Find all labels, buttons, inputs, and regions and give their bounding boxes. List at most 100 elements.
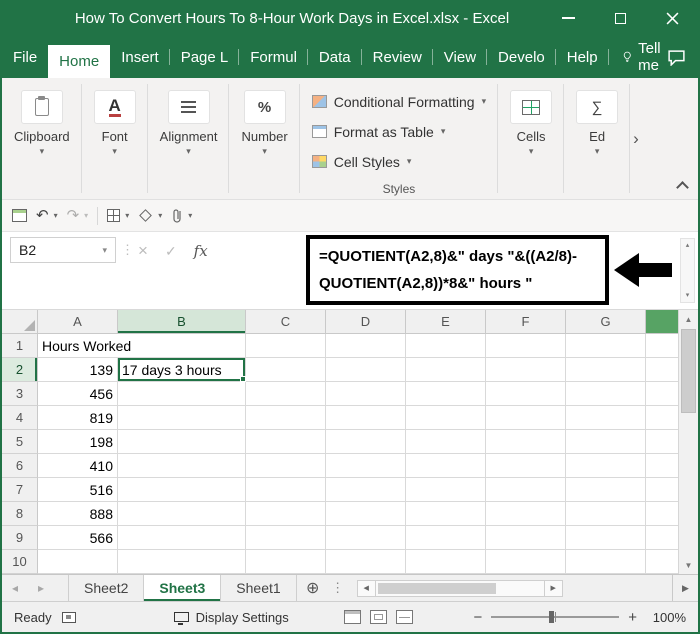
ribbon-group-cells[interactable]: Cells ▾ <box>498 78 565 199</box>
grid-cell[interactable] <box>646 454 678 478</box>
scroll-down-icon[interactable]: ▼ <box>679 556 698 574</box>
grid-cell[interactable] <box>118 334 246 358</box>
column-header-b[interactable]: B <box>118 310 246 334</box>
grid-cell[interactable] <box>566 406 646 430</box>
new-sheet-button[interactable]: ⊕ <box>297 575 329 601</box>
grid-cell[interactable] <box>406 382 486 406</box>
grid-cell[interactable]: 566 <box>38 526 118 550</box>
borders-icon[interactable] <box>107 209 121 222</box>
row-header[interactable]: 9 <box>2 526 38 550</box>
grid-cell[interactable] <box>566 502 646 526</box>
chevron-down-icon[interactable]: ▾ <box>112 147 117 156</box>
grid-cell[interactable] <box>118 478 246 502</box>
grid-cell[interactable] <box>486 454 566 478</box>
customize-toolbar-icon[interactable]: ▾ <box>188 211 192 220</box>
grid-cell[interactable]: 888 <box>38 502 118 526</box>
grid-cell[interactable] <box>486 430 566 454</box>
page-layout-view-icon[interactable] <box>370 610 388 624</box>
normal-view-icon[interactable] <box>344 610 362 624</box>
new-sheet-icon[interactable] <box>12 209 27 222</box>
row-header[interactable]: 10 <box>2 550 38 574</box>
scroll-down-icon[interactable]: ▾ <box>686 292 690 299</box>
grid-cell[interactable] <box>38 550 118 574</box>
grid-cell[interactable] <box>486 502 566 526</box>
sheet-tab-sheet1[interactable]: Sheet1 <box>221 575 297 601</box>
tab-page-layout[interactable]: Page L <box>170 36 240 78</box>
fill-handle[interactable] <box>240 376 246 382</box>
tab-data[interactable]: Data <box>308 36 362 78</box>
tab-file[interactable]: File <box>2 36 48 78</box>
sheet-options-icon[interactable]: ⋮ <box>329 575 347 601</box>
horizontal-scrollbar-thumb[interactable] <box>377 582 496 594</box>
grid-cell[interactable] <box>246 430 326 454</box>
grid-cell[interactable] <box>326 502 406 526</box>
grid-cell[interactable] <box>406 526 486 550</box>
column-header-d[interactable]: D <box>326 310 406 334</box>
grid-cell[interactable] <box>646 550 678 574</box>
chevron-down-icon[interactable]: ▾ <box>84 211 88 220</box>
grid-cell[interactable] <box>326 454 406 478</box>
grid-cell[interactable] <box>566 526 646 550</box>
grid-cell[interactable] <box>406 430 486 454</box>
grid-cell[interactable]: Hours Worked <box>38 334 131 358</box>
number-button[interactable]: % <box>243 90 286 124</box>
scroll-right-icon[interactable]: ▶ <box>543 579 563 597</box>
grid-cell[interactable] <box>486 358 566 382</box>
grid-cell[interactable] <box>326 550 406 574</box>
tab-scroll-left-button[interactable]: ◂ <box>2 575 28 601</box>
grid-cell[interactable] <box>566 382 646 406</box>
tab-bar-right-arrow[interactable]: ▶ <box>672 575 698 601</box>
scroll-up-icon[interactable]: ▲ <box>679 310 698 328</box>
tell-me-button[interactable]: Tell me <box>623 36 667 78</box>
grid-cell[interactable] <box>566 478 646 502</box>
tab-insert[interactable]: Insert <box>110 36 170 78</box>
horizontal-scrollbar-track[interactable] <box>375 579 544 597</box>
chevron-down-icon[interactable]: ▾ <box>54 211 58 220</box>
grid-cell[interactable] <box>566 430 646 454</box>
row-header[interactable]: 6 <box>2 454 38 478</box>
chevron-down-icon[interactable]: ▾ <box>158 211 162 220</box>
chevron-down-icon[interactable]: ▾ <box>529 147 534 156</box>
tab-formulas[interactable]: Formul <box>239 36 308 78</box>
grid-cell[interactable] <box>326 382 406 406</box>
grid-cell[interactable] <box>118 430 246 454</box>
grid-cell[interactable] <box>486 478 566 502</box>
sheet-tab-sheet3[interactable]: Sheet3 <box>144 575 222 601</box>
row-header[interactable]: 4 <box>2 406 38 430</box>
paperclip-icon[interactable] <box>171 208 183 224</box>
grid-cell[interactable]: 456 <box>38 382 118 406</box>
alignment-button[interactable] <box>167 90 210 124</box>
row-header[interactable]: 7 <box>2 478 38 502</box>
grid-cell[interactable] <box>118 454 246 478</box>
page-break-view-icon[interactable] <box>396 610 414 624</box>
tab-help[interactable]: Help <box>556 36 609 78</box>
grid-cell[interactable] <box>406 478 486 502</box>
tab-developer[interactable]: Develo <box>487 36 556 78</box>
grid-cell[interactable] <box>326 406 406 430</box>
column-header-g[interactable]: G <box>566 310 646 334</box>
close-button[interactable] <box>646 0 698 36</box>
grid-cell[interactable] <box>118 382 246 406</box>
tab-home[interactable]: Home <box>48 45 111 78</box>
chevron-down-icon[interactable]: ▾ <box>595 147 600 156</box>
grid-cell[interactable] <box>246 406 326 430</box>
grid-cell[interactable] <box>246 502 326 526</box>
grid-cell[interactable] <box>406 502 486 526</box>
undo-icon[interactable]: ↶ <box>36 208 49 223</box>
horizontal-scrollbar[interactable]: ◀ ▶ <box>356 575 563 601</box>
scroll-up-icon[interactable]: ▴ <box>686 242 690 249</box>
maximize-button[interactable] <box>594 0 646 36</box>
display-settings-button[interactable]: Display Settings <box>173 610 289 625</box>
grid-cell[interactable] <box>486 406 566 430</box>
vertical-scrollbar[interactable]: ▲ ▼ <box>678 310 698 574</box>
grid-cell[interactable] <box>118 502 246 526</box>
formula-bar-scroll[interactable]: ▴ ▾ <box>680 238 695 303</box>
ribbon-group-editing[interactable]: ∑ Ed ▾ <box>564 78 631 199</box>
tab-scroll-right-button[interactable]: ▸ <box>28 575 54 601</box>
grid-cell[interactable] <box>326 358 406 382</box>
column-header-c[interactable]: C <box>246 310 326 334</box>
column-header-f[interactable]: F <box>486 310 566 334</box>
grid-cell[interactable] <box>646 358 678 382</box>
grid-cell[interactable] <box>326 334 406 358</box>
grid-cell[interactable] <box>406 550 486 574</box>
